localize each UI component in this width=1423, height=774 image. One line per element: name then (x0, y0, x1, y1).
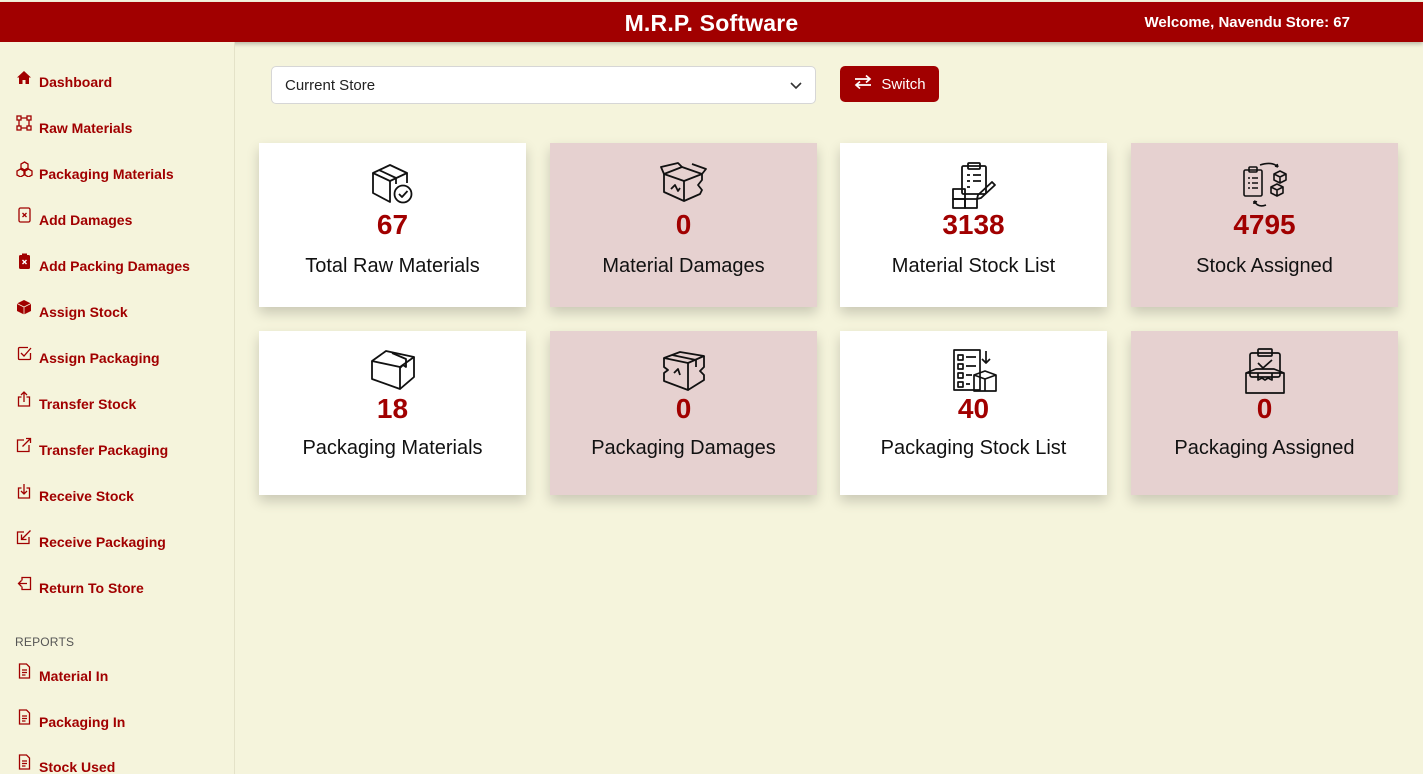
sidebar-item-stock-used[interactable]: Stock Used (15, 753, 116, 774)
package-icon (259, 347, 526, 395)
damaged-box-icon (550, 161, 817, 209)
sidebar-item-assign-packaging[interactable]: Assign Packaging (15, 344, 160, 369)
box-arrow-in-down-left-icon (15, 528, 33, 546)
sidebar-item-raw-materials[interactable]: Raw Materials (15, 114, 133, 139)
sidebar-item-label: Receive Packaging (39, 534, 166, 550)
card-value: 67 (376, 209, 409, 240)
swap-arrows-icon (853, 74, 873, 94)
box-arrow-up-icon (15, 390, 33, 408)
card-label: Packaging Materials (302, 437, 483, 459)
box-icon (15, 298, 33, 316)
sidebar-item-label: Material In (39, 668, 109, 684)
reports-heading: REPORTS (15, 635, 75, 649)
card-packaging-damages[interactable]: 0 Packaging Damages (550, 331, 817, 495)
file-text-icon (15, 753, 33, 771)
card-value: 4795 (1233, 209, 1296, 240)
box-arrow-in-left-icon (15, 574, 33, 592)
card-label: Material Stock List (891, 255, 1056, 277)
card-value: 0 (1256, 393, 1273, 424)
store-select[interactable]: Current Store (271, 66, 816, 104)
sidebar-item-label: Raw Materials (39, 120, 133, 136)
card-value: 18 (376, 393, 409, 424)
sidebar-item-receive-packaging[interactable]: Receive Packaging (15, 528, 166, 553)
welcome-text: Welcome, Navendu Store: 67 (1145, 14, 1350, 31)
sidebar-item-label: Stock Used (39, 759, 116, 774)
card-stock-assigned[interactable]: 4795 Stock Assigned (1131, 143, 1398, 307)
sidebar-item-transfer-packaging[interactable]: Transfer Packaging (15, 436, 169, 461)
check-square-icon (15, 344, 33, 362)
sidebar-item-label: Packaging Materials (39, 166, 174, 182)
card-label: Stock Assigned (1196, 255, 1333, 277)
sidebar-item-label: Dashboard (39, 74, 113, 90)
file-text-icon (15, 662, 33, 680)
card-value: 0 (675, 209, 692, 240)
sidebar-item-label: Return To Store (39, 580, 144, 596)
card-total-raw-materials[interactable]: 67 Total Raw Materials (259, 143, 526, 307)
sidebar-item-material-in[interactable]: Material In (15, 662, 109, 687)
welcome-user: Welcome, Navendu (1144, 14, 1282, 31)
card-packaging-assigned[interactable]: 0 Packaging Assigned (1131, 331, 1398, 495)
switch-label: Switch (881, 75, 926, 93)
store-label: Store: 67 (1285, 14, 1350, 31)
sidebar-item-label: Transfer Packaging (39, 442, 169, 458)
sidebar: Dashboard Raw Materials Packaging Materi… (0, 42, 235, 774)
sidebar-item-dashboard[interactable]: Dashboard (15, 68, 113, 93)
nodes-icon (15, 114, 33, 132)
sidebar-item-label: Packaging In (39, 714, 126, 730)
sidebar-item-label: Transfer Stock (39, 396, 137, 412)
card-label: Packaging Stock List (880, 437, 1067, 459)
file-x-icon (15, 206, 33, 224)
sidebar-item-add-packing-damages[interactable]: Add Packing Damages (15, 252, 190, 277)
boxes-icon (15, 160, 33, 178)
clipboard-x-icon (15, 252, 33, 270)
sidebar-item-packaging-materials[interactable]: Packaging Materials (15, 160, 174, 185)
card-value: 0 (675, 393, 692, 424)
box-arrow-up-right-icon (15, 436, 33, 454)
home-icon (15, 68, 33, 86)
chevron-down-icon (789, 78, 803, 96)
sidebar-item-label: Add Packing Damages (39, 258, 190, 274)
file-text-icon (15, 708, 33, 726)
clipboard-cycle-icon (1131, 161, 1398, 209)
card-packaging-stock-list[interactable]: 40 Packaging Stock List (840, 331, 1107, 495)
box-arrow-in-down-icon (15, 482, 33, 500)
sidebar-item-label: Add Damages (39, 212, 133, 228)
card-label: Packaging Assigned (1174, 437, 1355, 459)
sidebar-item-add-damages[interactable]: Add Damages (15, 206, 133, 231)
box-check-icon (259, 161, 526, 209)
sidebar-item-label: Receive Stock (39, 488, 134, 504)
card-material-damages[interactable]: 0 Material Damages (550, 143, 817, 307)
sidebar-item-return-to-store[interactable]: Return To Store (15, 574, 144, 599)
sidebar-item-packaging-in[interactable]: Packaging In (15, 708, 126, 733)
card-value: 40 (957, 393, 990, 424)
card-packaging-materials[interactable]: 18 Packaging Materials (259, 331, 526, 495)
sidebar-item-label: Assign Stock (39, 304, 128, 320)
top-bar: M.R.P. Software Welcome, Navendu Store: 6… (0, 2, 1423, 42)
switch-button[interactable]: Switch (840, 66, 939, 102)
checklist-box-icon (840, 347, 1107, 395)
clipboard-box-icon (1131, 347, 1398, 395)
sidebar-item-assign-stock[interactable]: Assign Stock (15, 298, 128, 323)
sidebar-item-label: Assign Packaging (39, 350, 160, 366)
broken-package-icon (550, 347, 817, 395)
card-material-stock-list[interactable]: 3138 Material Stock List (840, 143, 1107, 307)
card-label: Total Raw Materials (305, 255, 480, 277)
card-value: 3138 (942, 209, 1005, 240)
card-label: Material Damages (602, 255, 765, 277)
sidebar-item-transfer-stock[interactable]: Transfer Stock (15, 390, 137, 415)
sidebar-item-receive-stock[interactable]: Receive Stock (15, 482, 134, 507)
clipboard-boxes-icon (840, 161, 1107, 209)
store-select-value: Current Store (285, 76, 376, 94)
card-label: Packaging Damages (591, 437, 776, 459)
